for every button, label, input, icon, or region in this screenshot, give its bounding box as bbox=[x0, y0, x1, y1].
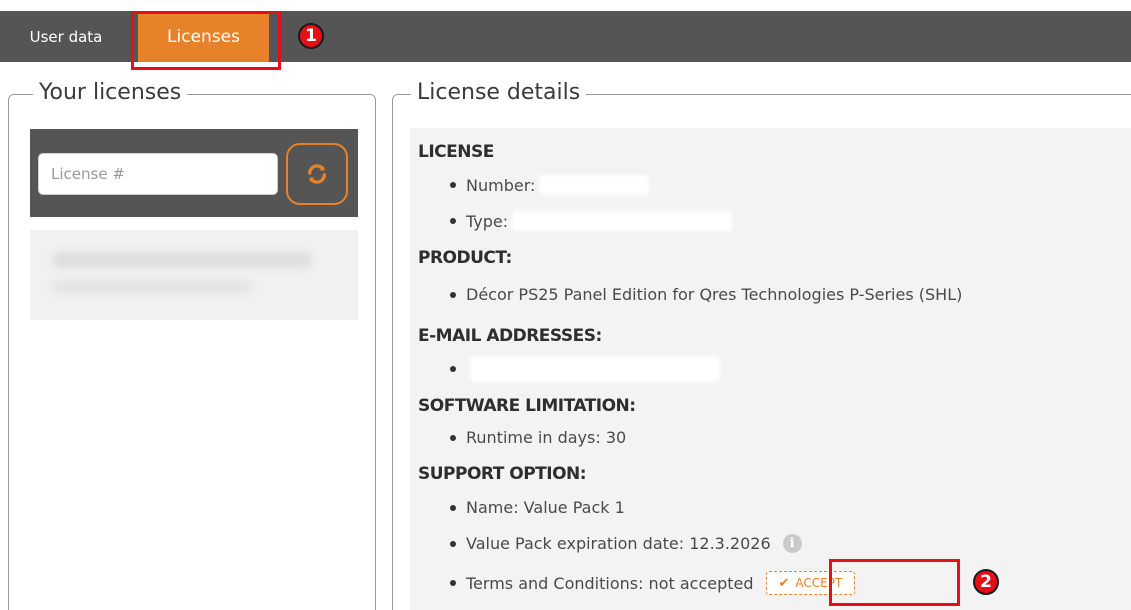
license-list bbox=[30, 230, 358, 610]
bullet bbox=[450, 291, 456, 298]
license-type-label: Type: bbox=[466, 211, 509, 231]
runtime-item: Runtime in days: 30 bbox=[450, 428, 626, 447]
license-details-legend: License details bbox=[411, 80, 587, 105]
step-marker-1: 1 bbox=[298, 23, 324, 49]
product-name: Décor PS25 Panel Edition for Qres Techno… bbox=[466, 285, 963, 304]
redacted-value bbox=[470, 356, 720, 382]
license-number-input[interactable] bbox=[38, 153, 278, 195]
section-product-heading: PRODUCT: bbox=[418, 248, 512, 268]
bullet bbox=[450, 580, 456, 586]
info-icon[interactable]: i bbox=[782, 534, 802, 553]
refresh-button[interactable] bbox=[286, 143, 348, 205]
license-search-box bbox=[30, 129, 358, 217]
redacted-value bbox=[539, 175, 650, 195]
license-details-content: LICENSE Number: Type: PRODUCT: Décor PS2… bbox=[410, 128, 1131, 610]
checkmark-icon: ✔ bbox=[778, 575, 790, 591]
section-software-heading: SOFTWARE LIMITATION: bbox=[418, 396, 636, 416]
bullet bbox=[450, 182, 456, 188]
license-type-item: Type: bbox=[450, 211, 733, 231]
section-support-heading: SUPPORT OPTION: bbox=[418, 464, 587, 484]
highlight-box-licenses-tab bbox=[131, 11, 281, 70]
redacted-license-text bbox=[52, 252, 312, 268]
highlight-box-accept-button bbox=[829, 559, 960, 606]
redacted-value bbox=[512, 211, 733, 231]
terms-item: Terms and Conditions: not accepted ✔ ACC… bbox=[450, 571, 856, 595]
tab-user-data[interactable]: User data bbox=[10, 11, 122, 62]
bullet bbox=[450, 504, 456, 511]
product-item: Décor PS25 Panel Edition for Qres Techno… bbox=[450, 285, 962, 304]
list-item[interactable] bbox=[30, 230, 358, 320]
license-number-label: Number: bbox=[466, 175, 536, 195]
email-item bbox=[450, 356, 720, 382]
bullet bbox=[450, 434, 456, 441]
support-expiration-text: Value Pack expiration date: 12.3.2026 bbox=[466, 534, 771, 553]
bullet bbox=[450, 218, 456, 224]
step-marker-2: 2 bbox=[973, 569, 999, 595]
license-number-item: Number: bbox=[450, 175, 650, 195]
section-emails-heading: E-MAIL ADDRESSES: bbox=[418, 326, 602, 346]
refresh-icon bbox=[308, 164, 326, 184]
redacted-license-subtext bbox=[52, 280, 252, 294]
bullet bbox=[450, 366, 456, 372]
support-name-text: Name: Value Pack 1 bbox=[466, 498, 625, 517]
bullet bbox=[450, 540, 456, 547]
runtime-text: Runtime in days: 30 bbox=[466, 428, 627, 447]
support-expiration-item: Value Pack expiration date: 12.3.2026 i bbox=[450, 534, 802, 553]
your-licenses-legend: Your licenses bbox=[33, 80, 188, 105]
tab-user-data-label: User data bbox=[29, 27, 103, 46]
support-name-item: Name: Value Pack 1 bbox=[450, 498, 625, 517]
terms-text: Terms and Conditions: not accepted bbox=[466, 573, 754, 593]
section-license-heading: LICENSE bbox=[418, 142, 494, 162]
